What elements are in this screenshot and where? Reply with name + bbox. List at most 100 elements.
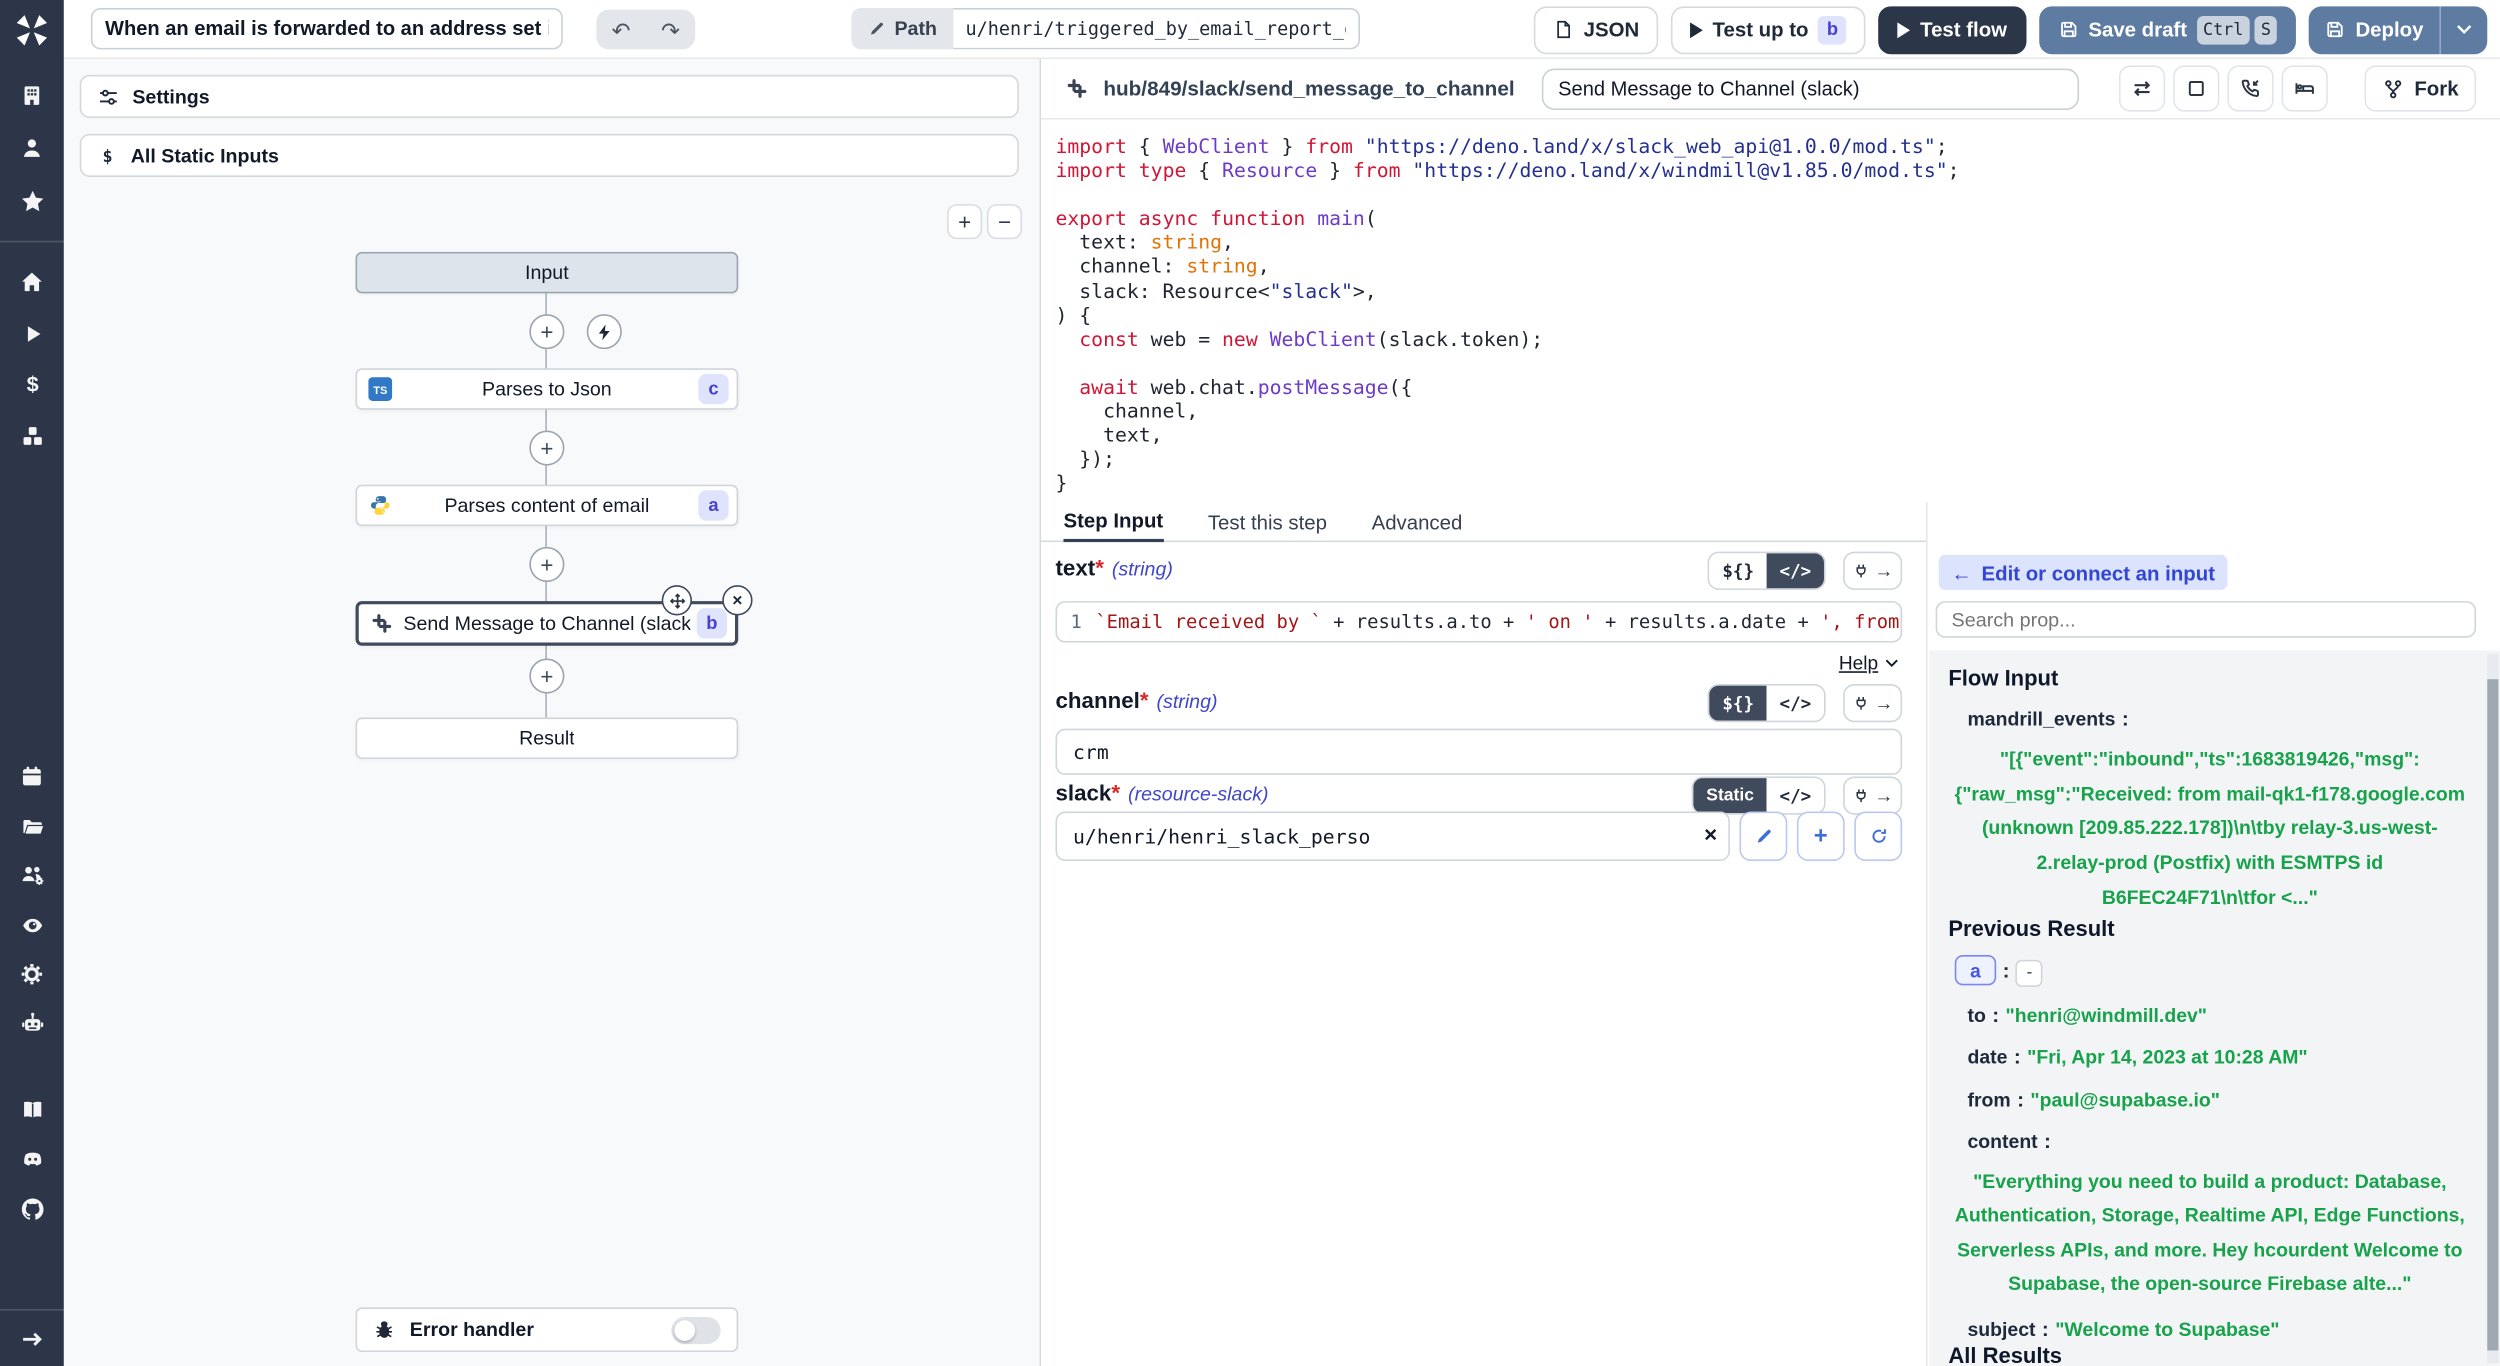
add-step-button[interactable]: + (529, 547, 564, 582)
error-handler-toggle[interactable] (671, 1316, 720, 1343)
flow-node-parses-to-json[interactable]: TS Parses to Json c (356, 368, 739, 409)
user-icon[interactable] (18, 134, 47, 163)
help-link[interactable]: Help (1839, 652, 1899, 674)
swap-arrows-icon (2131, 77, 2155, 101)
sidebar-expand[interactable] (0, 1309, 64, 1366)
zoom-in-button[interactable]: + (947, 204, 982, 239)
result-key-badge[interactable]: a (1955, 956, 1996, 986)
redo-button[interactable]: ↷ (661, 18, 680, 40)
static-inputs-bar[interactable]: $ All Static Inputs (80, 134, 1019, 177)
colon: : (2003, 958, 2010, 982)
eye-icon[interactable] (18, 910, 47, 939)
fork-button[interactable]: Fork (2365, 65, 2476, 111)
zoom-out-button[interactable]: − (987, 204, 1022, 239)
tab-step-input[interactable]: Step Input (1063, 502, 1163, 542)
result-row[interactable]: to:"henri@windmill.dev" (1967, 1001, 2471, 1029)
sync-script-button[interactable] (2119, 65, 2165, 111)
flow-input-key-row[interactable]: mandrill_events: (1967, 705, 2471, 733)
discord-icon[interactable] (18, 1145, 47, 1174)
prop-key: date (1967, 1046, 2007, 1068)
test-up-to-button[interactable]: Test up to b (1671, 6, 1866, 54)
clear-resource-button[interactable]: × (1704, 821, 1717, 847)
dollar-icon[interactable]: $ (18, 370, 47, 399)
prop-key: subject (1967, 1319, 2035, 1341)
collapse-button[interactable]: - (2016, 959, 2043, 986)
path-button[interactable]: Path (851, 8, 952, 49)
folder-icon[interactable] (18, 812, 47, 841)
node-label: Send Message to Channel (slack) (403, 612, 690, 634)
slack-mode-toggle[interactable]: Static </> (1692, 776, 1826, 814)
undo-button[interactable]: ↶ (612, 18, 631, 40)
channel-input[interactable] (1055, 729, 1902, 775)
code-mode-option[interactable]: </> (1767, 778, 1824, 813)
colon: : (1992, 1002, 1999, 1026)
gear-icon[interactable] (18, 960, 47, 989)
template-mode-option[interactable]: ${} (1710, 553, 1767, 588)
text-mode-toggle[interactable]: ${} </> (1708, 552, 1826, 590)
github-icon[interactable] (18, 1194, 47, 1223)
calendar-icon[interactable] (18, 762, 47, 791)
result-row[interactable]: from:"paul@supabase.io" (1967, 1085, 2471, 1113)
scrollbar-thumb[interactable] (2487, 679, 2498, 1350)
flow-node-result[interactable]: Result (356, 717, 739, 758)
json-button[interactable]: JSON (1534, 6, 1658, 54)
result-row[interactable]: subject:"Welcome to Supabase" (1967, 1316, 2471, 1344)
props-scrollbar[interactable] (2487, 654, 2498, 1364)
step-editor-panel: hub/849/slack/send_message_to_channel F (1041, 59, 2500, 1366)
connect-input-button[interactable]: → (1843, 684, 1902, 722)
robot-icon[interactable] (18, 1009, 47, 1038)
bed-icon (2293, 77, 2317, 101)
move-node-button[interactable] (662, 585, 692, 615)
delete-node-button[interactable]: × (722, 585, 752, 615)
connect-input-button[interactable]: → (1843, 552, 1902, 590)
channel-mode-toggle[interactable]: ${} </> (1708, 684, 1826, 722)
add-step-button[interactable]: + (529, 430, 564, 465)
deploy-more-button[interactable] (2439, 6, 2487, 54)
windmill-logo-icon[interactable] (0, 0, 64, 59)
connect-input-button[interactable]: → (1843, 776, 1902, 814)
code-mode-option[interactable]: </> (1767, 686, 1824, 721)
flow-title-input[interactable] (91, 8, 563, 49)
add-resource-button[interactable]: + (1797, 812, 1845, 861)
cubes-icon[interactable] (18, 421, 47, 450)
star-icon[interactable] (18, 187, 47, 216)
fork-label: Fork (2414, 77, 2458, 101)
sleep-button[interactable] (2282, 65, 2328, 111)
slack-resource-input[interactable] (1055, 812, 1729, 861)
box-button[interactable] (2174, 65, 2220, 111)
edit-resource-button[interactable] (1739, 812, 1787, 861)
result-row[interactable]: date:"Fri, Apr 14, 2023 at 10:28 AM" (1967, 1043, 2471, 1071)
step-summary-input[interactable] (1542, 68, 2079, 109)
flow-input-value[interactable]: "[{"event":"inbound","ts":1683819426,"ms… (1952, 742, 2469, 917)
refresh-resource-button[interactable] (1854, 812, 1902, 861)
play-icon[interactable] (18, 319, 47, 348)
add-step-button[interactable]: + (529, 658, 564, 693)
save-draft-button[interactable]: Save draft CtrlS (2039, 6, 2297, 54)
tab-advanced[interactable]: Advanced (1372, 502, 1463, 542)
code-editor[interactable]: import { WebClient } from "https://deno.… (1041, 120, 2500, 503)
template-mode-option[interactable]: ${} (1710, 686, 1767, 721)
tab-test-this-step[interactable]: Test this step (1208, 502, 1327, 542)
search-prop-input[interactable] (1936, 601, 2477, 638)
flow-node-input[interactable]: Input (356, 252, 739, 293)
call-button[interactable] (2228, 65, 2274, 111)
text-expression-editor[interactable]: 1`Email received by ` + results.a.to + '… (1055, 601, 1902, 642)
home-icon[interactable] (18, 268, 47, 297)
building-icon[interactable] (18, 81, 47, 110)
test-flow-button[interactable]: Test flow (1879, 6, 2027, 54)
result-row[interactable]: content: (1967, 1128, 2471, 1156)
deploy-button[interactable]: Deploy (2309, 6, 2439, 54)
settings-bar[interactable]: Settings (80, 75, 1019, 118)
path-input[interactable] (953, 8, 1360, 49)
code-mode-option[interactable]: </> (1767, 553, 1824, 588)
arrow-right-icon[interactable] (18, 1325, 47, 1354)
trigger-bolt-button[interactable] (587, 314, 622, 349)
book-icon[interactable] (18, 1095, 47, 1124)
prop-key: content (1967, 1131, 2037, 1153)
flow-node-parses-content[interactable]: Parses content of email a (356, 485, 739, 526)
edit-or-connect-button[interactable]: ← Edit or connect an input (1939, 555, 2228, 590)
add-step-button[interactable]: + (529, 314, 564, 349)
static-mode-option[interactable]: Static (1694, 778, 1767, 813)
user-group-gear-icon[interactable] (18, 861, 47, 890)
error-handler-bar[interactable]: Error handler (356, 1307, 739, 1352)
